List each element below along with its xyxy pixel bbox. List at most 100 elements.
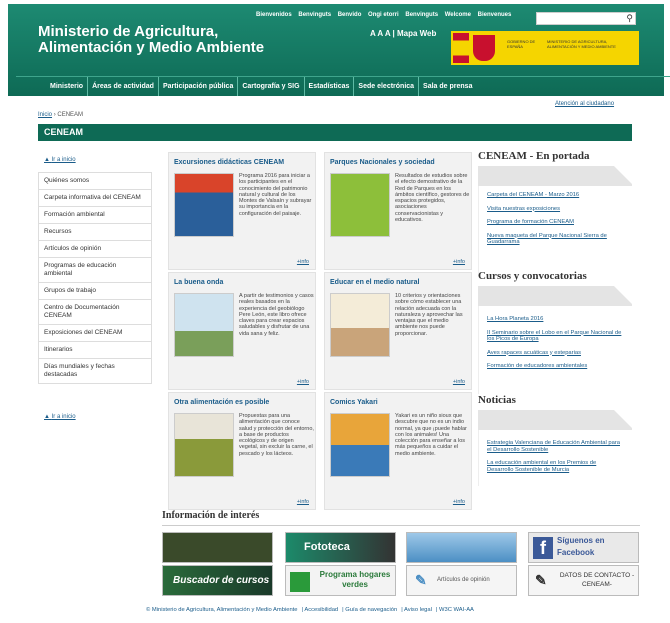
sidebar-item[interactable]: Exposiciones del CENEAM <box>38 324 152 341</box>
lang-link[interactable]: Bienvenues <box>478 12 512 18</box>
tile-catalogo[interactable] <box>162 532 273 563</box>
folded-corner <box>478 410 632 430</box>
main-nav: Ministerio Áreas de actividad Participació… <box>16 76 670 98</box>
nav-item[interactable]: Ministerio <box>16 77 89 96</box>
footer-link[interactable]: | W3C WAI-AA <box>436 607 474 613</box>
card-image[interactable] <box>330 173 390 237</box>
sidebar-item[interactable]: Grupos de trabajo <box>38 282 152 299</box>
tile-fototeca[interactable]: Fototeca <box>285 532 396 563</box>
portada-heading: CENEAM - En portada <box>478 150 590 162</box>
breadcrumb-home[interactable]: Inicio <box>38 112 52 118</box>
lang-link[interactable]: Benvinguts <box>405 12 438 18</box>
portada-link[interactable]: Carpeta del CENEAM - Marzo 2016 <box>487 192 624 199</box>
card-title[interactable]: Otra alimentación es posible <box>174 399 269 406</box>
card-image[interactable] <box>174 293 234 357</box>
spain-flag-icon <box>453 33 469 63</box>
tile-label: DATOS DE CONTACTO -CENEAM- <box>559 572 635 588</box>
coat-of-arms-icon <box>473 35 495 61</box>
featured-card: Excursiones didácticas CENEAM Programa 2… <box>168 152 316 270</box>
card-image[interactable] <box>330 293 390 357</box>
folded-corner <box>478 286 632 306</box>
site-title-line2: Alimentación y Medio Ambiente <box>38 39 265 56</box>
card-image[interactable] <box>174 413 234 477</box>
nav-item[interactable]: Sede electrónica <box>354 77 420 96</box>
nav-item[interactable]: Participación pública <box>159 77 239 96</box>
noticias-link[interactable]: La educación ambiental en los Premios de… <box>487 460 624 473</box>
tile-articulos-opinion[interactable]: ✎ Artículos de opinión <box>406 565 517 596</box>
card-title[interactable]: Parques Nacionales y sociedad <box>330 159 435 166</box>
card-text: Yakari es un niño sioux que descubre que… <box>395 413 467 457</box>
card-title[interactable]: Excursiones didácticas CENEAM <box>174 159 284 166</box>
more-info-link[interactable]: +info <box>453 499 465 505</box>
noticias-link[interactable]: Estrategia Valenciana de Educación Ambie… <box>487 440 624 453</box>
lang-link[interactable]: Benvido <box>338 12 362 18</box>
sidebar-item[interactable]: Quiénes somos <box>38 172 152 189</box>
search-input[interactable]: ⚲ <box>536 12 636 25</box>
more-info-link[interactable]: +info <box>453 379 465 385</box>
sidebar-item[interactable]: Programas de educación ambiental <box>38 257 152 282</box>
footer-link[interactable]: | Accesibilidad <box>302 607 339 613</box>
card-title[interactable]: Educar en el medio natural <box>330 279 419 286</box>
accessibility-links[interactable]: A A A | Mapa Web <box>370 29 436 38</box>
portada-list: Carpeta del CENEAM - Marzo 2016 Visita n… <box>478 186 632 276</box>
search-icon[interactable]: ⚲ <box>626 13 633 24</box>
site-title[interactable]: Ministerio de Agricultura, Alimentación … <box>38 24 298 56</box>
more-info-link[interactable]: +info <box>297 379 309 385</box>
sidebar-item[interactable]: Itinerarios <box>38 341 152 358</box>
sidebar-item[interactable]: Artículos de opinión <box>38 240 152 257</box>
portada-link[interactable]: Nueva maqueta del Parque Nacional Sierra… <box>487 233 624 246</box>
lang-link[interactable]: Bienvenidos <box>256 12 292 18</box>
sidebar-item[interactable]: Recursos <box>38 223 152 240</box>
footer-link[interactable]: | Guía de navegación <box>342 607 397 613</box>
government-logo[interactable]: GOBIERNO DE ESPAÑA MINISTERIO DE AGRICUL… <box>451 31 639 65</box>
sidebar-item[interactable]: Carpeta informativa del CENEAM <box>38 189 152 206</box>
sidebar-item[interactable]: Formación ambiental <box>38 206 152 223</box>
portada-link[interactable]: Visita nuestras exposiciones <box>487 206 624 213</box>
portada-link[interactable]: Programa de formación CENEAM <box>487 219 624 226</box>
card-text: A partir de testimonios y casos reales b… <box>239 293 314 337</box>
lang-link[interactable]: Ongi etorri <box>368 12 399 18</box>
tile-contacto[interactable]: ✎ DATOS DE CONTACTO -CENEAM- <box>528 565 639 596</box>
footer-link[interactable]: | Aviso legal <box>401 607 432 613</box>
nav-item[interactable]: Sala de prensa <box>419 77 476 96</box>
nav-item[interactable]: Cartografía y SIG <box>238 77 305 96</box>
header: Ministerio de Agricultura, Alimentación … <box>8 4 670 96</box>
sidebar-item[interactable]: Centro de Documentación CENEAM <box>38 299 152 324</box>
tile-buscador-cursos[interactable]: Buscador de cursos <box>162 565 273 596</box>
sidebar: Quiénes somos Carpeta informativa del CE… <box>38 172 152 384</box>
featured-card: Otra alimentación es posible Propuestas … <box>168 392 316 510</box>
lang-link[interactable]: Benvinguts <box>298 12 331 18</box>
breadcrumb-current: CENEAM <box>57 112 84 118</box>
tile-cambio-climatico[interactable] <box>406 532 517 563</box>
language-links: Bienvenidos Benvinguts Benvido Ongi etor… <box>256 12 516 18</box>
go-top-link[interactable]: ▲ Ir a inicio <box>44 157 76 163</box>
more-info-link[interactable]: +info <box>297 259 309 265</box>
footer-link[interactable]: © Ministerio de Agricultura, Alimentació… <box>146 607 298 613</box>
pen-icon: ✎ <box>415 572 427 588</box>
go-top-link[interactable]: ▲ Ir a inicio <box>44 414 76 420</box>
lang-link[interactable]: Welcome <box>445 12 471 18</box>
nav-item[interactable]: Áreas de actividad <box>88 77 159 96</box>
cursos-link[interactable]: Formación de educadores ambientales <box>487 363 624 370</box>
edit-icon: ✎ <box>535 572 547 588</box>
more-info-link[interactable]: +info <box>297 499 309 505</box>
info-heading: Información de interés <box>162 510 260 521</box>
tile-facebook[interactable]: f Síguenos en Facebook <box>528 532 639 563</box>
go-top-label: Ir a inicio <box>51 157 76 163</box>
cursos-link[interactable]: La Hora Planeta 2016 <box>487 316 624 323</box>
card-image[interactable] <box>174 173 234 237</box>
sidebar-item[interactable]: Días mundiales y fechas destacadas <box>38 358 152 384</box>
cursos-link[interactable]: Aves rapaces acuáticas y esteparias <box>487 350 624 357</box>
noticias-list: Estrategia Valenciana de Educación Ambie… <box>478 430 632 486</box>
card-image[interactable] <box>330 413 390 477</box>
page: Ministerio de Agricultura, Alimentación … <box>0 0 670 623</box>
nav-item[interactable]: Estadísticas <box>305 77 355 96</box>
card-text: Propuestas para una alimentación que con… <box>239 413 314 457</box>
tile-hogares-verdes[interactable]: Programa hogares verdes <box>285 565 396 596</box>
citizen-link[interactable]: Atención al ciudadano <box>555 101 614 107</box>
noticias-heading: Noticias <box>478 394 516 406</box>
cursos-link[interactable]: II Seminario sobre el Lobo en el Parque … <box>487 330 624 343</box>
more-info-link[interactable]: +info <box>453 259 465 265</box>
card-title[interactable]: La buena onda <box>174 279 223 286</box>
card-title[interactable]: Comics Yakari <box>330 399 378 406</box>
